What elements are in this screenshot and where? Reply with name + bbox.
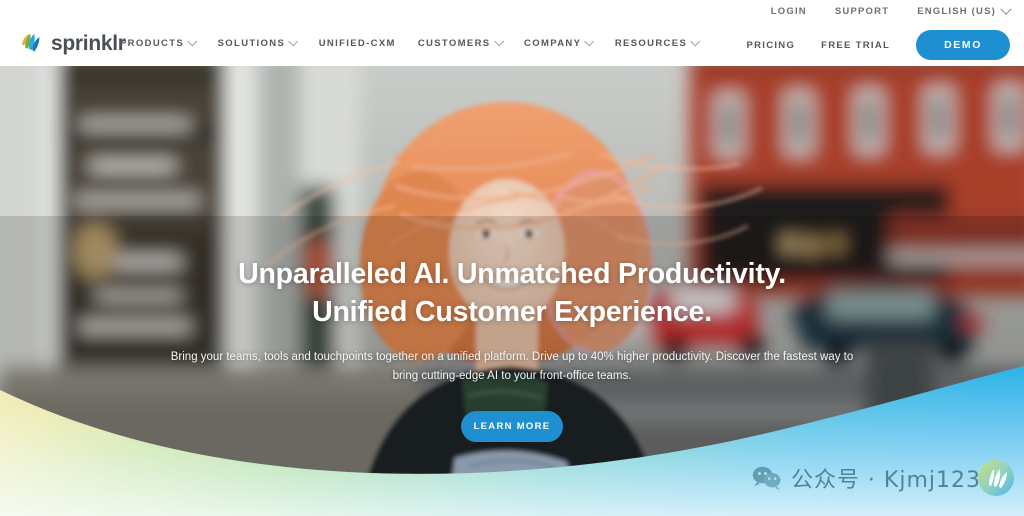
nav-item-customers[interactable]: CUSTOMERS — [417, 36, 504, 49]
nav-item-unified-cxm-label: UNIFIED-CXM — [318, 38, 396, 49]
nav-item-unified-cxm[interactable]: UNIFIED-CXM — [319, 38, 396, 49]
demo-button[interactable]: DEMO — [916, 30, 1010, 60]
sprinklr-leaf-badge-icon — [978, 460, 1014, 496]
chevron-down-icon — [690, 36, 700, 46]
chevron-down-icon — [494, 36, 504, 46]
header-actions: PRICING FREE TRIAL DEMO — [746, 30, 1010, 60]
hero-content: Unparalleled AI. Unmatched Productivity.… — [0, 256, 1024, 442]
chevron-down-icon — [187, 36, 197, 46]
nav-item-solutions-label: SOLUTIONS — [217, 38, 286, 49]
wechat-icon — [752, 466, 781, 490]
learn-more-button[interactable]: LEARN MORE — [461, 410, 563, 442]
language-selector-label: ENGLISH (US) — [917, 6, 996, 17]
site-header: LOGIN SUPPORT ENGLISH (US) sprinklr PROD… — [0, 0, 1024, 66]
chevron-down-icon — [584, 36, 595, 46]
hero-headline-line2: Unified Customer Experience. — [312, 295, 712, 328]
nav-item-resources-label: RESOURCES — [614, 38, 688, 49]
utility-link-login[interactable]: LOGIN — [771, 6, 807, 17]
brand-name: sprinklr — [51, 31, 126, 55]
nav-item-products[interactable]: PRODUCTS — [120, 36, 197, 49]
hero-subtitle: Bring your teams, tools and touchpoints … — [170, 350, 854, 382]
language-selector[interactable]: ENGLISH (US) — [917, 3, 1012, 17]
pricing-link[interactable]: PRICING — [746, 40, 795, 51]
brand-logo[interactable]: sprinklr — [18, 30, 126, 56]
utility-link-support[interactable]: SUPPORT — [835, 6, 889, 17]
page-root: LOGIN SUPPORT ENGLISH (US) sprinklr PROD… — [0, 0, 1024, 516]
free-trial-link[interactable]: FREE TRIAL — [821, 40, 890, 51]
nav-item-customers-label: CUSTOMERS — [417, 38, 491, 49]
watermark: 公众号 · Kjmj123 — [752, 458, 1016, 498]
chevron-down-icon — [1000, 3, 1012, 15]
primary-nav: PRODUCTS SOLUTIONS UNIFIED-CXM CUSTOMERS… — [120, 36, 700, 49]
hero-headline-line1: Unparalleled AI. Unmatched Productivity. — [238, 258, 786, 290]
utility-nav: LOGIN SUPPORT ENGLISH (US) — [771, 3, 1012, 17]
nav-item-company[interactable]: COMPANY — [524, 36, 595, 49]
watermark-text: 公众号 · Kjmj123 — [790, 468, 981, 493]
chevron-down-icon — [288, 36, 299, 46]
nav-item-company-label: COMPANY — [524, 38, 582, 49]
nav-item-solutions[interactable]: SOLUTIONS — [217, 36, 299, 49]
hero-section: Unparalleled AI. Unmatched Productivity.… — [0, 66, 1024, 516]
nav-item-products-label: PRODUCTS — [120, 38, 185, 49]
hero-headline: Unparalleled AI. Unmatched Productivity.… — [0, 256, 1024, 332]
nav-item-resources[interactable]: RESOURCES — [614, 36, 700, 49]
sprinklr-leaf-logo-icon — [21, 33, 40, 52]
